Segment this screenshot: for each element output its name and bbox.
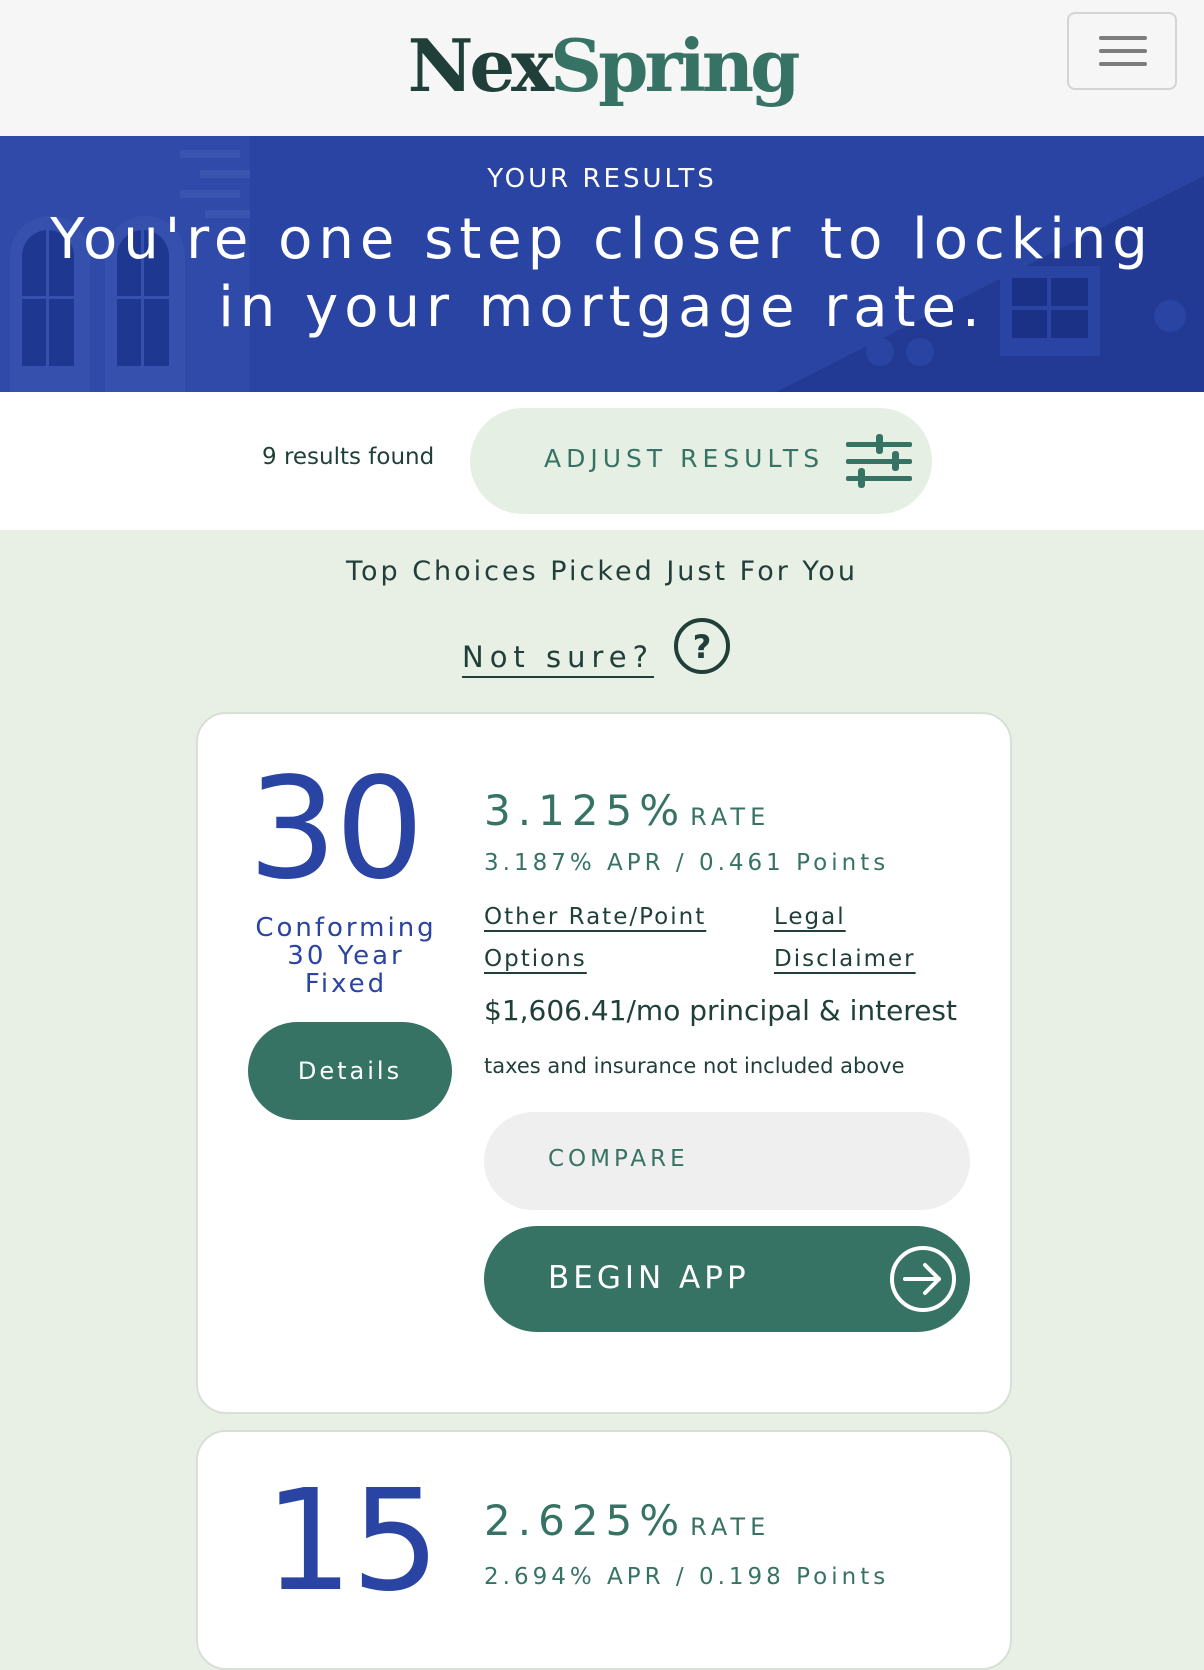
rate-value: 3.125% (484, 786, 687, 835)
logo-part-spring: Spring (550, 23, 800, 108)
top-bar: NexSpring (0, 0, 1204, 136)
adjust-results-button[interactable]: ADJUST RESULTS (470, 408, 932, 514)
rate-suffix: RATE (690, 1513, 771, 1541)
loan-term: 15 (264, 1460, 440, 1623)
menu-line-top (1099, 36, 1147, 40)
adjust-results-label: ADJUST RESULTS (544, 444, 825, 473)
arrow-right-circle-icon (890, 1246, 956, 1312)
menu-line-bottom (1099, 62, 1147, 66)
results-count: 9 results found (262, 444, 435, 470)
taxes-note: taxes and insurance not included above (484, 1054, 905, 1078)
loan-name: Conforming 30 Year Fixed (255, 913, 437, 999)
monthly-payment: $1,606.41/mo principal & interest (484, 994, 957, 1027)
begin-app-label: BEGIN APP (548, 1260, 750, 1296)
loan-card-15: 15 2.625% RATE 2.694% APR / 0.198 Points (196, 1430, 1012, 1670)
hero-eyebrow: YOUR RESULTS (487, 164, 717, 194)
results-bar: 9 results found ADJUST RESULTS (0, 392, 1204, 530)
details-button[interactable]: Details (248, 1022, 452, 1120)
svg-text:?: ? (693, 628, 712, 666)
menu-line-middle (1099, 49, 1147, 53)
rate-line: 3.125% RATE (484, 786, 770, 835)
loan-card-30: 30 Conforming 30 Year Fixed Details 3.12… (196, 712, 1012, 1414)
nexspring-logo[interactable]: NexSpring (0, 30, 1204, 102)
question-circle-icon[interactable]: ? (672, 616, 732, 676)
compare-label: COMPARE (548, 1146, 689, 1172)
logo-part-nex: Nex (407, 23, 555, 108)
other-rate-options-link[interactable]: Other Rate/Point Options (484, 896, 744, 980)
compare-button[interactable]: COMPARE (484, 1112, 970, 1210)
rate-value: 2.625% (484, 1496, 687, 1545)
not-sure-link[interactable]: Not sure? (462, 640, 655, 678)
top-choices-heading: Top Choices Picked Just For You (346, 556, 858, 587)
hero-banner: YOUR RESULTS You're one step closer to l… (0, 136, 1204, 392)
legal-disclaimer-link[interactable]: Legal Disclaimer (774, 896, 934, 980)
begin-app-button[interactable]: BEGIN APP (484, 1226, 970, 1332)
apr-points: 3.187% APR / 0.461 Points (484, 850, 890, 876)
hero-title: You're one step closer to locking in you… (50, 207, 1154, 340)
loan-term: 30 (248, 748, 424, 911)
rate-suffix: RATE (690, 803, 771, 831)
apr-points: 2.694% APR / 0.198 Points (484, 1564, 890, 1590)
sliders-icon (846, 434, 912, 488)
rate-line: 2.625% RATE (484, 1496, 770, 1545)
hamburger-menu-button[interactable] (1067, 12, 1177, 90)
